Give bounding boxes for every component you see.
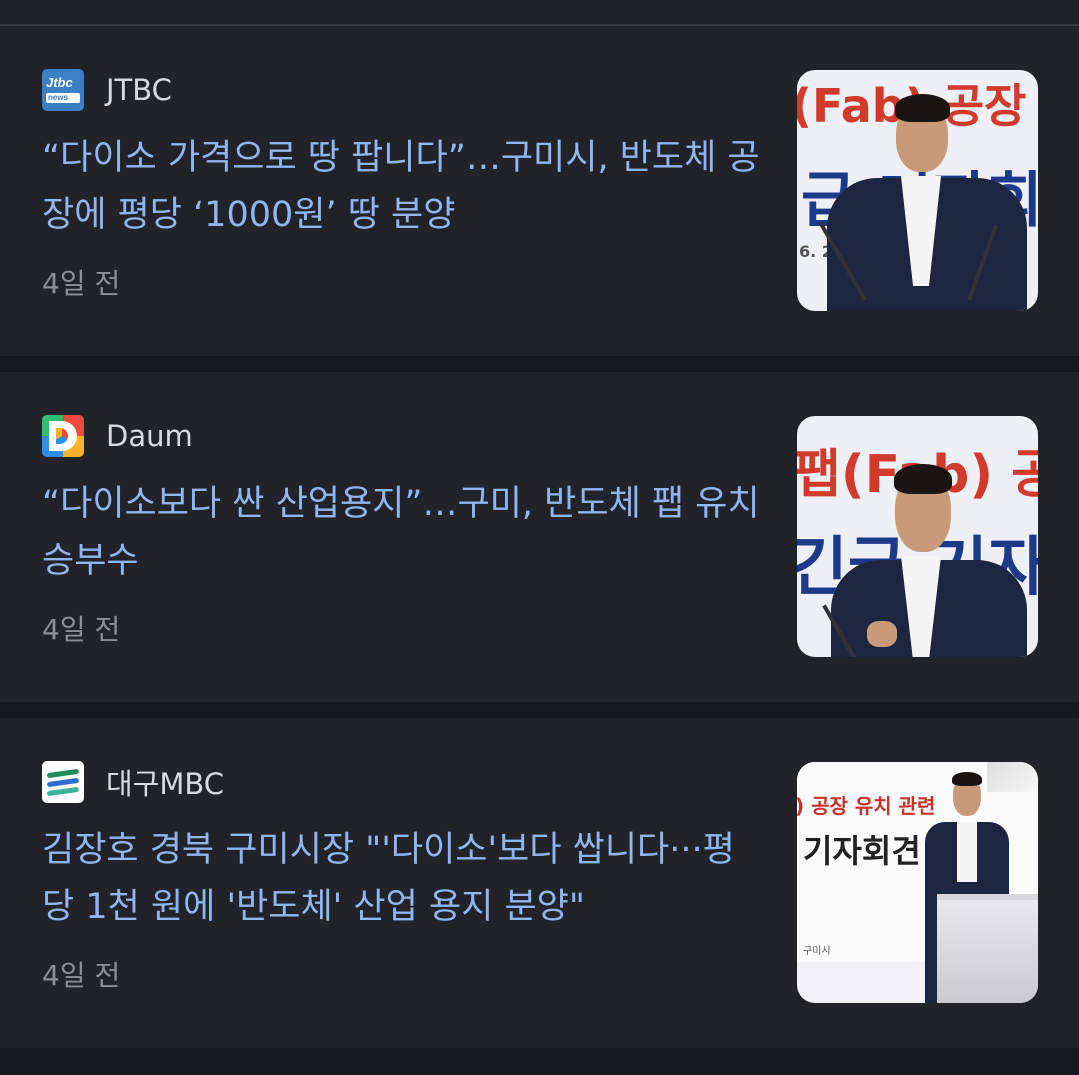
source-row: Daum <box>42 414 193 458</box>
news-thumbnail[interactable]: 팹(Fab) 공 긴급 기자 <box>797 416 1038 657</box>
thumb-banner-text: ) 공장 유치 관련 <box>797 794 936 818</box>
headline-link[interactable]: 김장호 경북 구미시장 "'다이소'보다 쌉니다···평당 1천 원에 '반도체… <box>42 822 762 936</box>
source-name: Daum <box>106 419 193 453</box>
thumb-banner-text: 기자회견 <box>803 832 921 870</box>
source-row: Jtbc news JTBC <box>42 68 172 112</box>
source-name: JTBC <box>106 73 172 107</box>
top-divider <box>0 0 1079 26</box>
source-name: 대구MBC <box>106 767 225 801</box>
news-card-jtbc[interactable]: Jtbc news JTBC “다이소 가격으로 땅 팝니다”…구미시, 반도체… <box>0 26 1079 356</box>
headline-link[interactable]: “다이소보다 싼 산업용지”…구미, 반도체 팹 유치 승부수 <box>42 476 762 590</box>
source-row: 대구MBC <box>42 760 224 804</box>
news-card-daum[interactable]: Daum “다이소보다 싼 산업용지”…구미, 반도체 팹 유치 승부수 4일 … <box>0 372 1079 702</box>
news-card-daegu-mbc[interactable]: 대구MBC 김장호 경북 구미시장 "'다이소'보다 쌉니다···평당 1천 원… <box>0 718 1079 1048</box>
thumb-banner-text: 구미시 <box>803 946 831 957</box>
news-thumbnail[interactable]: (Fab) 공장 급 기자회 6. 25 <box>797 70 1038 311</box>
daegu-mbc-logo-icon <box>42 761 84 803</box>
news-thumbnail[interactable]: ) 공장 유치 관련 기자회견 구미시 <box>797 762 1038 1003</box>
headline-link[interactable]: “다이소 가격으로 땅 팝니다”…구미시, 반도체 공장에 평당 ‘1000원’… <box>42 130 762 244</box>
timestamp: 4일 전 <box>42 613 121 646</box>
timestamp: 4일 전 <box>42 959 121 992</box>
podium <box>937 894 1038 1003</box>
daum-logo-icon <box>42 415 84 457</box>
jtbc-news-logo-icon: Jtbc news <box>42 69 84 111</box>
timestamp: 4일 전 <box>42 267 121 300</box>
